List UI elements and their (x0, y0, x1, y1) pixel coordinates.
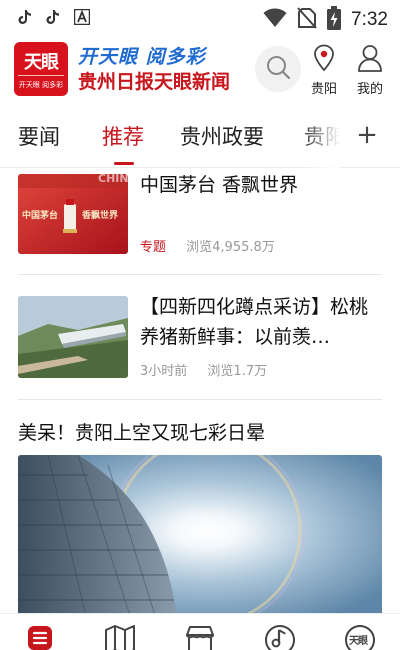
article-thumbnail (18, 296, 128, 378)
clock: 7:32 (351, 9, 388, 30)
article-card[interactable]: CHIN 中国茅台 香飘世界 中国茅台 香飘世界 专题 浏览4,955.8万 (18, 168, 382, 258)
article-meta: 专题 浏览4,955.8万 (140, 236, 275, 255)
nav-tianyan[interactable]: 天眼 (344, 624, 376, 650)
thumbnail-top-text: CHIN (98, 174, 128, 185)
app-logo[interactable]: 天眼 开天眼 阅多彩 (14, 42, 68, 96)
nav-news[interactable] (24, 624, 56, 650)
tab-news[interactable]: 要闻 (18, 121, 60, 151)
thumbnail-text-right: 香飘世界 (82, 211, 119, 221)
divider (18, 399, 382, 400)
featured-article-image[interactable] (18, 455, 382, 613)
add-channel-button[interactable]: + (352, 120, 382, 150)
article-card[interactable]: 【四新四化蹲点采访】松桃养猪新鲜事：以前羡… 3小时前 浏览1.7万 (18, 286, 382, 386)
article-title[interactable]: 【四新四化蹲点采访】松桃养猪新鲜事：以前羡… (140, 292, 382, 352)
logo-subtext: 开天眼 阅多彩 (18, 81, 64, 89)
profile-button[interactable]: 我的 (350, 44, 390, 100)
no-sim-icon (297, 7, 317, 33)
battery-charging-icon (327, 6, 342, 34)
article-tag: 专题 (140, 240, 167, 255)
store-icon (184, 624, 216, 650)
article-title[interactable]: 中国茅台 香飘世界 (140, 170, 382, 200)
app-header: 天眼 开天眼 阅多彩 开天眼 阅多彩 贵州日报天眼新闻 贵阳 我的 (0, 36, 400, 106)
bottom-navigation: 天眼 (0, 613, 400, 650)
nav-store[interactable] (184, 624, 216, 650)
tiktok-icon (18, 9, 32, 29)
news-list-icon (26, 624, 54, 650)
article-views: 浏览4,955.8万 (186, 240, 275, 255)
tabs-fade (300, 106, 340, 168)
logo-text: 天眼 (24, 52, 59, 73)
tianyan-logo-icon: 天眼 (344, 624, 376, 650)
tabs-scroll: 要闻 推荐 贵州政要 贵阳 (0, 106, 340, 168)
search-icon (265, 54, 291, 84)
active-tab-indicator (114, 162, 134, 165)
location-button[interactable]: 贵阳 (304, 44, 344, 100)
profile-label: 我的 (356, 82, 383, 97)
channel-tabs: 要闻 推荐 贵州政要 贵阳 + (0, 106, 400, 168)
music-note-icon (264, 624, 296, 650)
tab-guizhou-politics[interactable]: 贵州政要 (180, 121, 264, 151)
article-meta: 3小时前 浏览1.7万 (140, 360, 267, 379)
logo-divider (18, 75, 64, 76)
article-time: 3小时前 (140, 364, 188, 379)
thumbnail-text-left: 中国茅台 (22, 211, 59, 221)
article-views: 浏览1.7万 (207, 364, 268, 379)
font-icon (73, 8, 91, 29)
featured-article-title[interactable]: 美呆！贵阳上空又现七彩日晕 (18, 418, 265, 445)
status-bar: 7:32 (0, 0, 400, 36)
nav-audio[interactable] (264, 624, 296, 650)
news-feed[interactable]: CHIN 中国茅台 香飘世界 中国茅台 香飘世界 专题 浏览4,955.8万 【… (0, 168, 400, 613)
tianyan-text: 天眼 (349, 636, 368, 647)
wifi-icon (263, 8, 287, 32)
slogan: 开天眼 阅多彩 (78, 46, 206, 68)
map-icon (104, 624, 136, 650)
tab-recommend[interactable]: 推荐 (102, 121, 144, 151)
tiktok-icon (46, 9, 60, 29)
paper-name: 贵州日报天眼新闻 (78, 71, 231, 93)
divider (18, 274, 382, 275)
search-button[interactable] (255, 46, 301, 92)
nav-map[interactable] (104, 624, 136, 650)
location-label: 贵阳 (310, 82, 337, 97)
user-icon (357, 45, 383, 76)
location-pin-icon (312, 44, 336, 76)
article-thumbnail: CHIN 中国茅台 香飘世界 (18, 174, 128, 254)
